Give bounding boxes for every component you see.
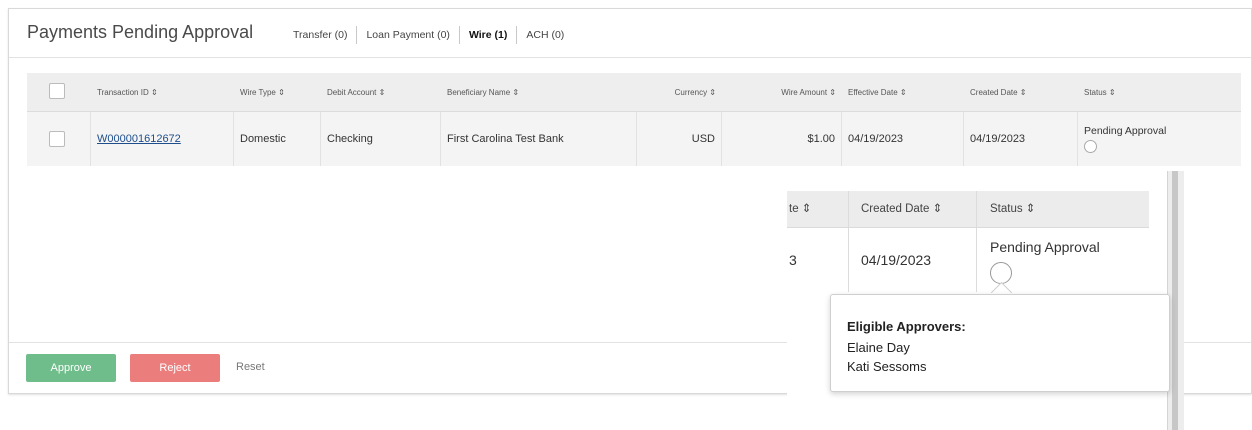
tab-wire[interactable]: Wire (1) (460, 27, 516, 43)
table-header: Transaction ID ⇕ Wire Type ⇕ Debit Accou… (27, 73, 1241, 112)
wire-amount-cell: $1.00 (722, 112, 842, 166)
table-row: W000001612672 Domestic Checking First Ca… (27, 112, 1241, 166)
wire-payments-table: Transaction ID ⇕ Wire Type ⇕ Debit Accou… (27, 73, 1241, 166)
currency-cell: USD (637, 112, 722, 166)
row-select-cell (27, 112, 91, 166)
reject-button[interactable]: Reject (130, 354, 220, 382)
header-beneficiary-name[interactable]: Beneficiary Name ⇕ (441, 88, 637, 97)
popover-title: Eligible Approvers: (847, 319, 966, 334)
created-date-cell: 04/19/2023 (964, 112, 1078, 166)
status-text: Pending Approval (1084, 125, 1167, 137)
panel-title: Payments Pending Approval (27, 22, 254, 42)
approver-name: Kati Sessoms (847, 359, 927, 374)
select-all-cell (27, 83, 91, 101)
tab-transfer[interactable]: Transfer (0) (284, 27, 356, 43)
debit-account-cell: Checking (321, 112, 441, 166)
select-all-checkbox[interactable] (49, 83, 65, 99)
status-cell: Pending Approval (1078, 112, 1241, 166)
header-status[interactable]: Status ⇕ (1078, 88, 1241, 97)
approve-button[interactable]: Approve (26, 354, 116, 382)
header-debit-account[interactable]: Debit Account ⇕ (321, 88, 441, 97)
wire-type-cell: Domestic (234, 112, 321, 166)
header-wire-type[interactable]: Wire Type ⇕ (234, 88, 321, 97)
header-transaction-id[interactable]: Transaction ID ⇕ (91, 88, 234, 97)
zoom-header-created-date[interactable]: Created Date ⇕ (849, 191, 977, 227)
zoom-header-effective-date[interactable]: te ⇕ (787, 191, 849, 227)
beneficiary-name-cell: First Carolina Test Bank (441, 112, 637, 166)
reset-link[interactable]: Reset (236, 361, 265, 373)
zoom-status-text: Pending Approval (990, 239, 1100, 255)
header-currency[interactable]: Currency ⇕ (637, 88, 722, 97)
zoom-effective-date-cell: 3 (787, 228, 849, 292)
zoom-scrollbar-thumb[interactable] (1172, 171, 1178, 430)
header-effective-date[interactable]: Effective Date ⇕ (842, 88, 964, 97)
effective-date-cell: 04/19/2023 (842, 112, 964, 166)
transaction-id-link[interactable]: W000001612672 (97, 133, 181, 145)
zoom-header-status[interactable]: Status ⇕ (977, 191, 1149, 227)
payment-type-tabs: Transfer (0) Loan Payment (0) Wire (1) A… (284, 26, 573, 44)
header-wire-amount[interactable]: Wire Amount ⇕ (722, 88, 842, 97)
transaction-id-cell: W000001612672 (91, 112, 234, 166)
row-checkbox[interactable] (49, 131, 65, 147)
eligible-approvers-popover: Eligible Approvers: Elaine Day Kati Sess… (830, 294, 1170, 392)
panel-header: Payments Pending Approval Transfer (0) L… (9, 9, 1251, 58)
zoom-table-header: te ⇕ Created Date ⇕ Status ⇕ (787, 191, 1149, 228)
tab-ach[interactable]: ACH (0) (517, 27, 573, 43)
tab-loan-payment[interactable]: Loan Payment (0) (357, 27, 458, 43)
zoom-created-date-cell: 04/19/2023 (849, 228, 977, 292)
header-created-date[interactable]: Created Date ⇕ (964, 88, 1078, 97)
approvers-info-icon[interactable] (1084, 140, 1097, 153)
approver-name: Elaine Day (847, 340, 910, 355)
zoom-table-row: 3 04/19/2023 Pending Approval (787, 228, 1149, 292)
